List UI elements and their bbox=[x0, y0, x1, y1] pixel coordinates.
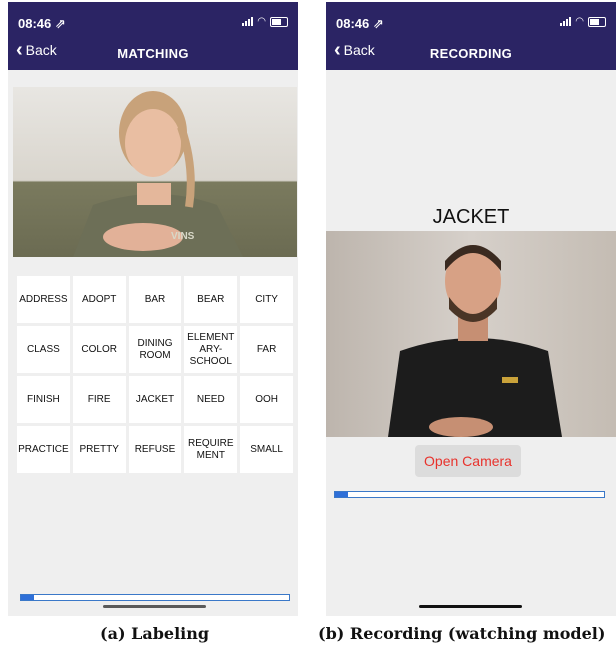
word-tile[interactable]: ADDRESS bbox=[17, 276, 70, 323]
open-camera-button[interactable]: Open Camera bbox=[415, 445, 521, 477]
svg-text:VINS: VINS bbox=[171, 231, 195, 242]
progress-fill bbox=[21, 595, 35, 600]
signal-icon bbox=[560, 17, 572, 26]
word-tile[interactable]: CITY bbox=[240, 276, 293, 323]
word-tile[interactable]: BEAR bbox=[184, 276, 238, 323]
word-tile[interactable]: FAR bbox=[240, 326, 293, 373]
nav-bar: 08:46 ⇗ ◠ ‹ Back MATCHING bbox=[8, 2, 298, 70]
progress-bar bbox=[20, 594, 290, 601]
word-tile[interactable]: PRETTY bbox=[72, 426, 126, 473]
video-person-image bbox=[388, 245, 562, 437]
word-tile[interactable]: BAR bbox=[128, 276, 182, 323]
caption-labeling: (a) Labeling bbox=[100, 624, 210, 643]
progress-bar bbox=[334, 491, 605, 498]
home-indicator[interactable] bbox=[103, 605, 206, 608]
battery-icon bbox=[588, 16, 606, 27]
word-tile[interactable]: OOH bbox=[240, 376, 293, 423]
word-tile[interactable]: REFUSE bbox=[128, 426, 182, 473]
word-tile[interactable]: DINING ROOM bbox=[128, 326, 182, 373]
status-icons: ◠ bbox=[560, 16, 606, 27]
page-title: MATCHING bbox=[117, 46, 189, 61]
home-indicator[interactable] bbox=[419, 605, 522, 608]
word-tile[interactable]: CLASS bbox=[17, 326, 70, 373]
status-time: 08:46 ⇗ bbox=[18, 16, 66, 31]
word-tile[interactable]: FIRE bbox=[72, 376, 126, 423]
battery-icon bbox=[270, 16, 288, 27]
word-tile[interactable]: NEED bbox=[184, 376, 238, 423]
progress-fill bbox=[335, 492, 349, 497]
wifi-icon: ◠ bbox=[257, 16, 266, 27]
recording-screen: 08:46 ⇗ ◠ ‹ Back RECORDING JACKET Open C… bbox=[326, 2, 616, 616]
page-title: RECORDING bbox=[429, 46, 513, 61]
wifi-icon: ◠ bbox=[575, 16, 584, 27]
word-tile[interactable]: ELEMENT ARY- SCHOOL bbox=[184, 326, 238, 373]
model-video[interactable] bbox=[326, 231, 616, 437]
status-icons: ◠ bbox=[242, 16, 288, 27]
sign-video[interactable]: VINS bbox=[13, 87, 297, 257]
video-person-image: VINS bbox=[73, 91, 243, 257]
target-word: JACKET bbox=[432, 206, 510, 228]
word-tile[interactable]: PRACTICE bbox=[17, 426, 70, 473]
word-tile[interactable]: REQUIRE MENT bbox=[184, 426, 238, 473]
signal-icon bbox=[242, 17, 254, 26]
labeling-screen: 08:46 ⇗ ◠ ‹ Back MATCHING VINS ADDRESS A… bbox=[8, 2, 298, 616]
word-tile[interactable]: ADOPT bbox=[72, 276, 126, 323]
status-time: 08:46 ⇗ bbox=[336, 16, 384, 31]
word-tile[interactable]: COLOR bbox=[72, 326, 126, 373]
word-grid: ADDRESS ADOPT BAR BEAR CITY CLASS COLOR … bbox=[17, 276, 293, 473]
caption-recording: (b) Recording (watching model) bbox=[318, 624, 606, 643]
nav-bar: 08:46 ⇗ ◠ ‹ Back RECORDING bbox=[326, 2, 616, 70]
word-tile[interactable]: SMALL bbox=[240, 426, 293, 473]
word-tile[interactable]: FINISH bbox=[17, 376, 70, 423]
word-tile[interactable]: JACKET bbox=[128, 376, 182, 423]
